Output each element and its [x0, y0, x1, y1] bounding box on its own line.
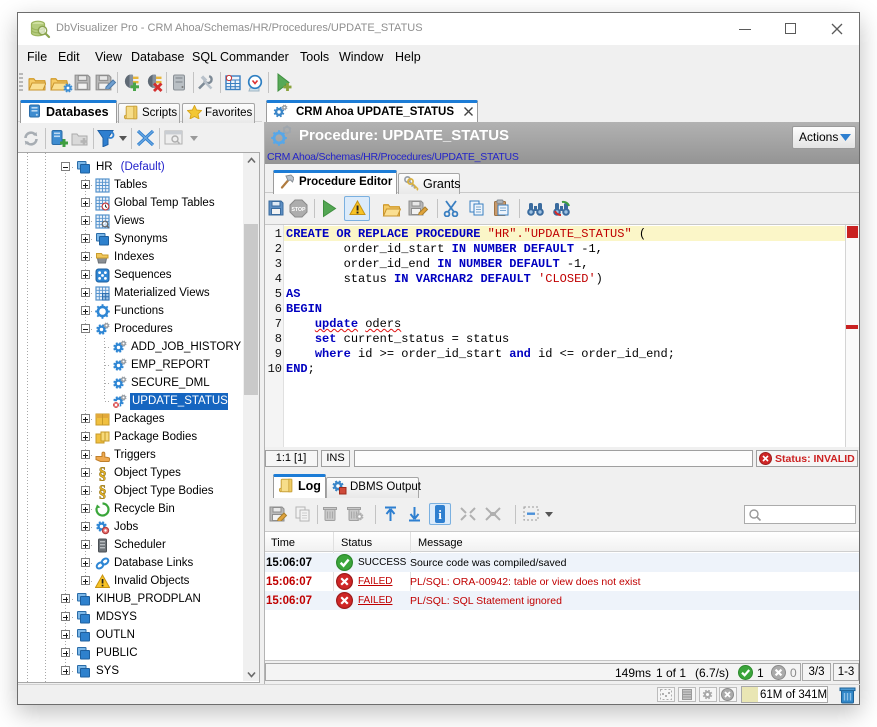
svg-text:§: §: [98, 466, 107, 481]
svg-text:§: §: [98, 484, 107, 499]
svg-text:i: i: [438, 507, 442, 522]
svg-text:STOP: STOP: [291, 207, 306, 213]
